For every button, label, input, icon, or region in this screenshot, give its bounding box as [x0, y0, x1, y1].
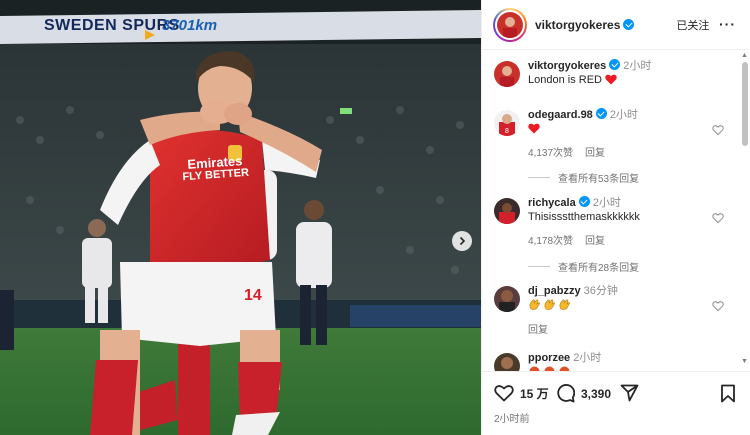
caption-username[interactable]: viktorgyokeres: [528, 60, 606, 72]
comment-bubble-icon: [557, 384, 575, 403]
clapping-hands-icon: [544, 299, 555, 310]
save-button[interactable]: [720, 384, 736, 403]
scrollbar-thumb[interactable]: [742, 62, 748, 146]
avatar[interactable]: [494, 286, 520, 312]
view-replies-button[interactable]: 查看所有53条回复: [528, 170, 639, 185]
more-options-icon[interactable]: ···: [719, 16, 736, 32]
comment-username[interactable]: dj_pabzzy: [528, 285, 581, 297]
share-button[interactable]: [620, 384, 639, 402]
clapping-hands-icon: [529, 299, 540, 310]
comment-likes[interactable]: 4,137次赞: [528, 148, 573, 159]
comment-username[interactable]: odegaard.98: [528, 109, 593, 121]
chevron-right-icon: [459, 236, 466, 246]
next-image-button[interactable]: [452, 231, 472, 251]
comment-time: 36分钟: [583, 285, 618, 297]
comment-username[interactable]: richycala: [528, 197, 576, 209]
verified-badge-icon: [609, 59, 621, 70]
verified-badge-icon: [595, 108, 607, 119]
comment-username[interactable]: pporzee: [528, 352, 570, 364]
post-header: viktorgyokeres 已关注 ···: [482, 0, 750, 50]
post-sidebar: viktorgyokeres 已关注 ··· viktorgyokeres 2小时…: [481, 0, 750, 435]
scroll-up-arrow-icon[interactable]: ▲: [741, 52, 748, 59]
comment-time: 2小时: [609, 109, 638, 121]
post-image[interactable]: 14 SWEDEN SPURS 3701km Emirates FLY BETT…: [0, 0, 481, 435]
verified-badge-icon: [578, 196, 590, 207]
heart-icon: [494, 385, 514, 402]
svg-text:8: 8: [505, 128, 509, 135]
header-username[interactable]: viktorgyokeres: [535, 18, 635, 32]
avatar[interactable]: 8: [494, 110, 520, 136]
comment-time: 2小时: [573, 352, 602, 364]
comments-count: 3,390: [581, 386, 612, 401]
reply-button[interactable]: 回复: [528, 325, 548, 336]
like-heart-icon[interactable]: [712, 124, 724, 136]
banner-distance: 3701km: [162, 17, 218, 34]
view-replies-button[interactable]: 查看所有28条回复: [528, 259, 639, 274]
comment-time: 2小时: [592, 197, 621, 209]
comment-likes[interactable]: 4,178次赞: [528, 236, 573, 247]
following-button[interactable]: 已关注: [676, 17, 709, 33]
instagram-post: 14 SWEDEN SPURS 3701km Emirates FLY BETT…: [0, 0, 750, 435]
like-heart-icon[interactable]: [712, 300, 724, 312]
avatar[interactable]: [494, 353, 520, 371]
scroll-down-arrow-icon[interactable]: ▼: [741, 358, 748, 365]
likes-count: 15 万: [520, 386, 549, 401]
avatar[interactable]: [494, 61, 520, 87]
comments-list[interactable]: viktorgyokeres 2小时 London is RED 8 odegaa…: [482, 51, 740, 371]
reply-button[interactable]: 回复: [585, 236, 605, 247]
caption-text: London is RED: [528, 74, 602, 86]
shirt-sponsor: Emirates FLY BETTER: [181, 153, 249, 185]
like-heart-icon[interactable]: [712, 212, 724, 224]
red-heart-icon: [605, 74, 617, 85]
svg-text:14: 14: [244, 287, 262, 304]
comment-button[interactable]: 3,390: [556, 384, 611, 403]
caption-time: 2小时: [623, 60, 652, 72]
clapping-hands-icon: [559, 299, 570, 310]
avatar[interactable]: [494, 198, 520, 224]
like-button[interactable]: 15 万: [494, 384, 549, 402]
football-celebration-photo: 14: [0, 0, 481, 435]
reply-button[interactable]: 回复: [585, 148, 605, 159]
banner-text: SWEDEN SPURS: [44, 17, 180, 34]
verified-badge-icon: [623, 18, 635, 30]
story-ring[interactable]: [493, 7, 527, 42]
avatar: [497, 11, 523, 38]
action-bar: 15 万 3,390 2小时前: [482, 371, 750, 435]
comments-scrollbar[interactable]: ▲ ▼: [741, 52, 748, 365]
bookmark-icon: [721, 384, 735, 403]
comment-text: Thisissstthemaskkkkkk: [528, 211, 640, 223]
share-paper-plane-icon: [620, 384, 639, 402]
clap-emojis: [528, 298, 704, 313]
red-heart-icon: [528, 123, 540, 134]
post-timestamp: 2小时前: [494, 414, 530, 425]
